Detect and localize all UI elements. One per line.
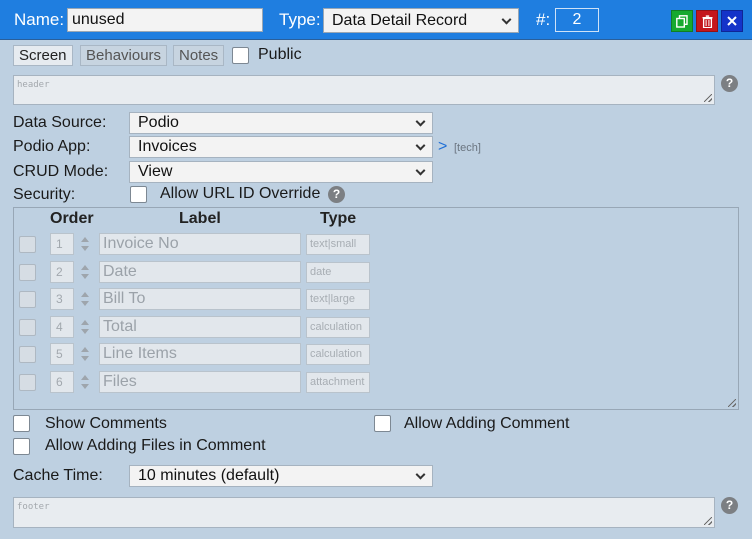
copy-icon [676, 14, 688, 28]
data-source-select[interactable]: Podio [129, 112, 433, 134]
footer-textarea[interactable]: footer [13, 497, 715, 528]
resize-grip-icon[interactable] [704, 94, 712, 102]
table-row: 1 Invoice No text|small [14, 232, 374, 256]
spinner-icon[interactable] [80, 265, 90, 279]
podio-app-label: Podio App: [13, 138, 91, 155]
table-row: 3 Bill To text|large [14, 287, 374, 311]
spinner-icon[interactable] [80, 375, 90, 389]
chevron-down-icon [415, 469, 426, 480]
type-select-value: Data Detail Record [332, 12, 468, 29]
tab-notes[interactable]: Notes [173, 45, 225, 66]
public-checkbox[interactable] [232, 47, 249, 64]
tech-link[interactable]: [tech] [454, 142, 481, 154]
data-source-label: Data Source: [13, 114, 107, 131]
close-button[interactable] [721, 10, 743, 32]
chevron-down-icon [501, 14, 512, 25]
data-source-value: Podio [138, 114, 179, 131]
row-checkbox[interactable] [19, 236, 36, 253]
row-order-input[interactable]: 4 [50, 316, 74, 338]
column-header-label: Label [179, 210, 221, 227]
row-order-input[interactable]: 6 [50, 371, 74, 393]
name-label: Name: [14, 10, 65, 29]
cache-time-select[interactable]: 10 minutes (default) [129, 465, 433, 487]
chevron-down-icon [415, 116, 426, 127]
show-comments-checkbox[interactable] [13, 415, 30, 432]
column-header-type: Type [320, 210, 357, 227]
row-checkbox[interactable] [19, 291, 36, 308]
podio-app-value: Invoices [138, 138, 197, 155]
spinner-icon[interactable] [80, 320, 90, 334]
name-input[interactable]: unused [67, 8, 263, 32]
allow-adding-files-checkbox[interactable] [13, 438, 30, 455]
public-label: Public [258, 46, 302, 63]
row-type-field: attachment [306, 372, 370, 393]
footer-help-icon[interactable]: ? [721, 497, 738, 514]
cache-time-label: Cache Time: [13, 467, 103, 484]
tab-behaviours[interactable]: Behaviours [80, 45, 168, 66]
podio-app-link-arrow[interactable]: > [438, 138, 447, 156]
type-label: Type: [279, 10, 321, 29]
crud-mode-select[interactable]: View [129, 161, 433, 183]
row-label-input[interactable]: Invoice No [99, 233, 301, 255]
chevron-down-icon [415, 140, 426, 151]
row-type-field: text|small [306, 234, 370, 255]
podio-app-select[interactable]: Invoices [129, 136, 433, 158]
number-input[interactable]: 2 [555, 8, 599, 32]
copy-button[interactable] [671, 10, 693, 32]
table-row: 2 Date date [14, 260, 374, 284]
row-checkbox[interactable] [19, 264, 36, 281]
row-checkbox[interactable] [19, 346, 36, 363]
spinner-icon[interactable] [80, 237, 90, 251]
trash-icon [702, 14, 712, 28]
chevron-down-icon [415, 165, 426, 176]
delete-button[interactable] [696, 10, 718, 32]
resize-grip-icon[interactable] [704, 517, 712, 525]
row-type-field: text|large [306, 289, 370, 310]
footer-placeholder: footer [17, 502, 50, 512]
table-row: 5 Line Items calculation [14, 342, 374, 366]
security-label: Security: [13, 186, 76, 203]
fields-table: Order Label Type 1 Invoice No text|small… [13, 207, 739, 410]
resize-grip-icon[interactable] [728, 399, 736, 407]
row-label-input[interactable]: Files [99, 371, 301, 393]
row-order-input[interactable]: 5 [50, 343, 74, 365]
row-label-input[interactable]: Line Items [99, 343, 301, 365]
security-help-icon[interactable]: ? [328, 186, 345, 203]
row-order-input[interactable]: 2 [50, 261, 74, 283]
allow-url-id-override-label: Allow URL ID Override [160, 185, 321, 202]
spinner-icon[interactable] [80, 347, 90, 361]
number-label: #: [536, 10, 551, 29]
row-type-field: calculation [306, 344, 370, 365]
row-checkbox[interactable] [19, 374, 36, 391]
row-type-field: date [306, 262, 370, 283]
allow-url-id-override-checkbox[interactable] [130, 186, 147, 203]
allow-adding-files-label: Allow Adding Files in Comment [45, 437, 266, 454]
crud-mode-value: View [138, 163, 173, 180]
tab-screen[interactable]: Screen [13, 45, 73, 66]
screen-editor-panel: Name: unused Type: Data Detail Record #:… [0, 0, 752, 539]
header-textarea[interactable]: header [13, 75, 715, 105]
close-icon [727, 16, 737, 26]
row-type-field: calculation [306, 317, 370, 338]
row-checkbox[interactable] [19, 319, 36, 336]
allow-adding-comment-checkbox[interactable] [374, 415, 391, 432]
table-row: 4 Total calculation [14, 315, 374, 339]
editor-header-bar: Name: unused Type: Data Detail Record #:… [0, 0, 752, 40]
crud-mode-label: CRUD Mode: [13, 163, 109, 180]
header-placeholder: header [17, 80, 50, 90]
table-row: 6 Files attachment [14, 370, 374, 394]
allow-adding-comment-label: Allow Adding Comment [404, 415, 570, 432]
show-comments-label: Show Comments [45, 415, 167, 432]
row-label-input[interactable]: Bill To [99, 288, 301, 310]
spinner-icon[interactable] [80, 292, 90, 306]
header-help-icon[interactable]: ? [721, 75, 738, 92]
column-header-order: Order [50, 210, 94, 227]
row-label-input[interactable]: Date [99, 261, 301, 283]
type-select[interactable]: Data Detail Record [323, 8, 519, 33]
cache-time-value: 10 minutes (default) [138, 467, 280, 484]
row-order-input[interactable]: 3 [50, 288, 74, 310]
row-order-input[interactable]: 1 [50, 233, 74, 255]
row-label-input[interactable]: Total [99, 316, 301, 338]
